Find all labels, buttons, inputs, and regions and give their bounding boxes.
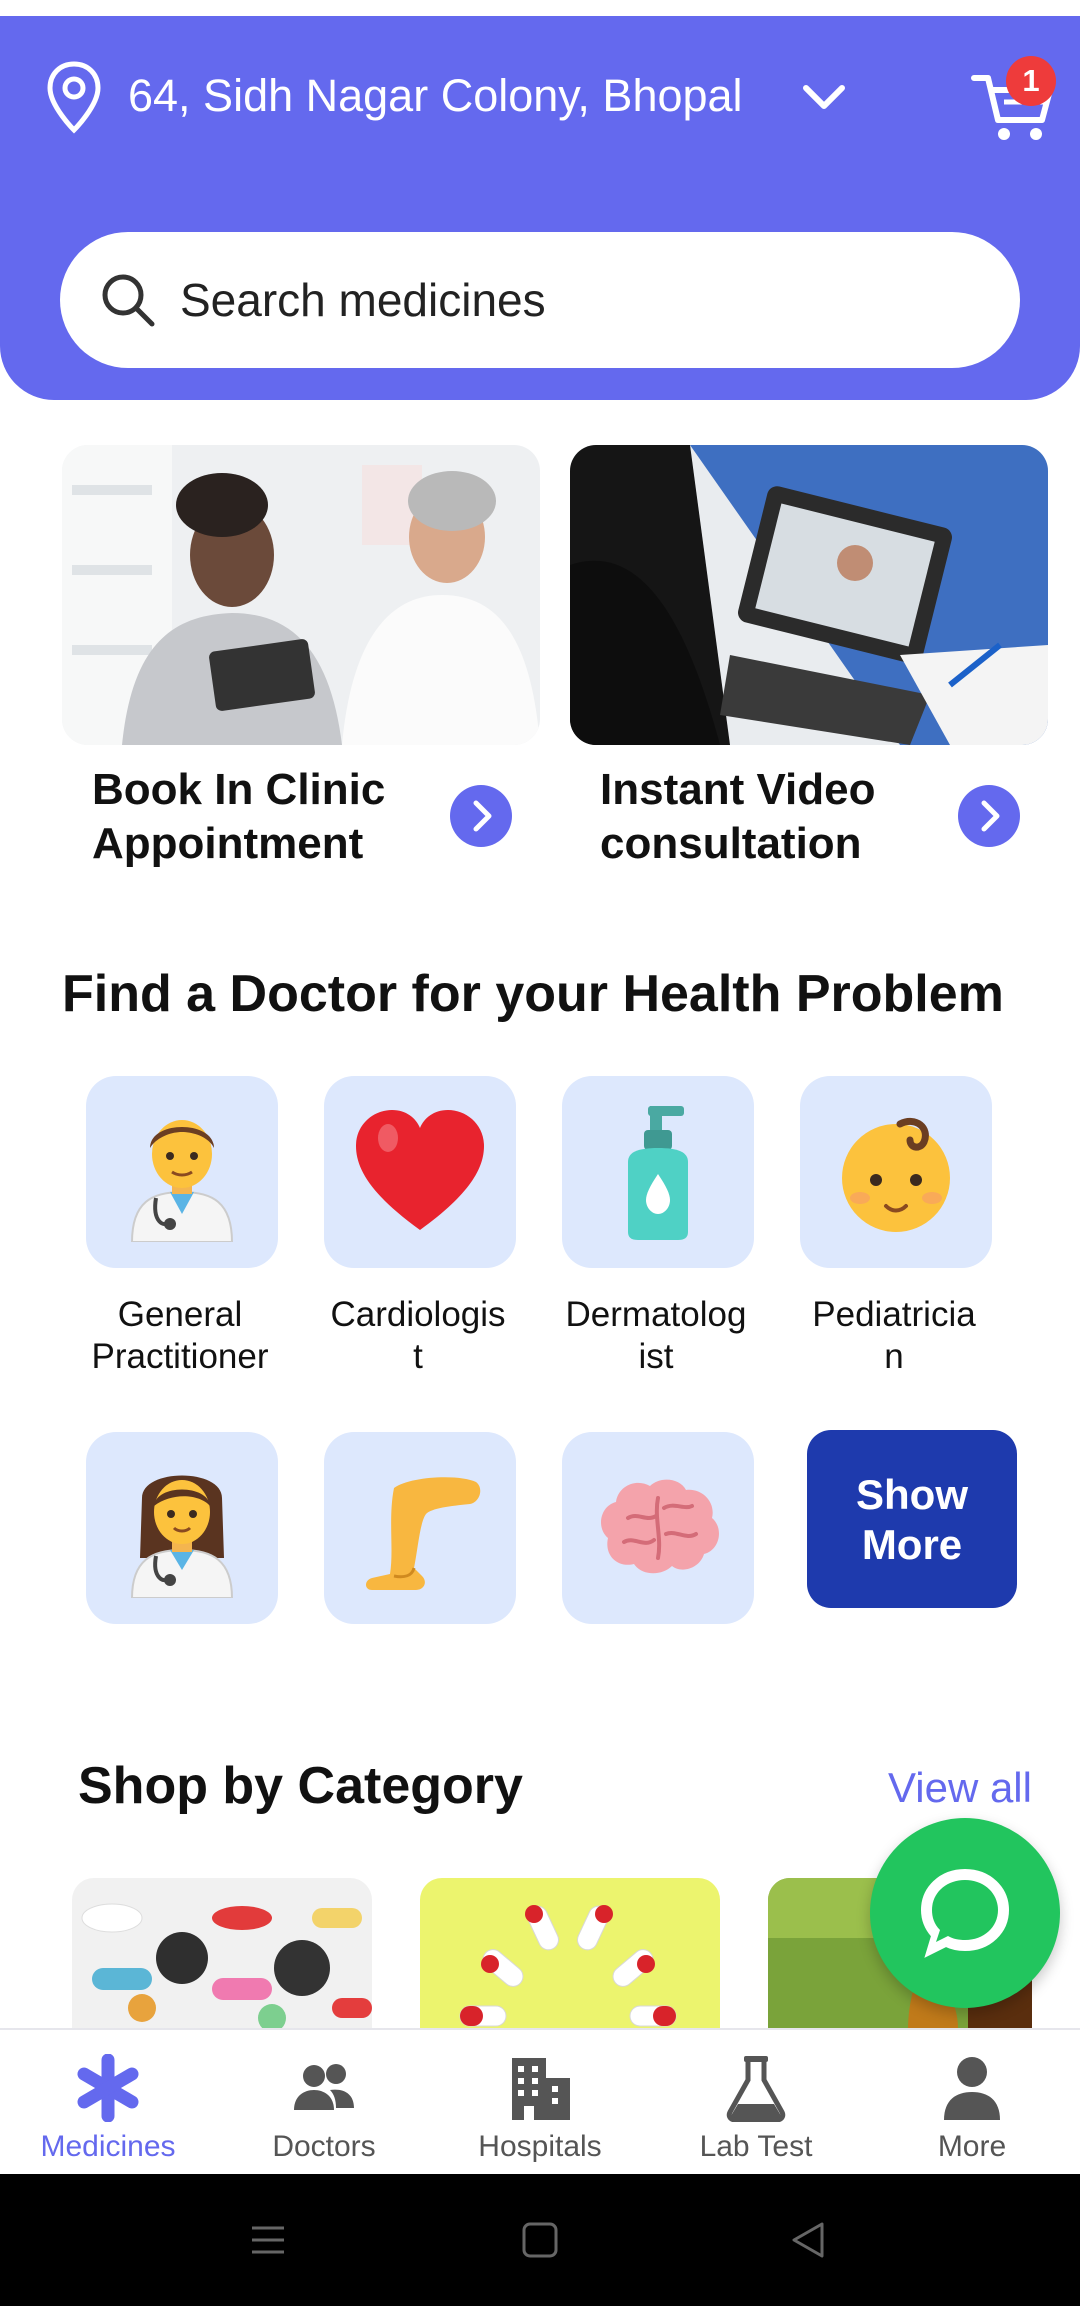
woman-doctor-icon	[130, 1475, 234, 1598]
nav-doctors[interactable]: Doctors	[216, 2030, 432, 2176]
flask-icon	[726, 2056, 786, 2122]
search-input[interactable]	[180, 266, 960, 334]
location-address[interactable]: 64, Sidh Nagar Colony, Bhopal	[128, 66, 798, 126]
video-consultation-image	[570, 445, 1048, 745]
chat-fab-button[interactable]	[870, 1818, 1060, 2008]
specialty-label: Dermatolog ist	[565, 1295, 747, 1376]
home-icon[interactable]	[514, 2214, 566, 2266]
nav-label: Hospitals	[478, 2130, 602, 2163]
nav-label: Medicines	[40, 2130, 176, 2163]
cart-count-badge: 1	[1006, 56, 1056, 106]
nav-medicines[interactable]: Medicines	[0, 2030, 216, 2176]
nav-label: More	[937, 2130, 1007, 2163]
man-doctor-icon	[130, 1120, 234, 1242]
category-card-pills[interactable]	[72, 1878, 372, 2028]
people-icon	[294, 2064, 354, 2110]
menu-icon[interactable]	[242, 2214, 294, 2266]
chevron-right-icon[interactable]	[450, 785, 512, 847]
baby-icon	[842, 1117, 950, 1232]
view-all-link[interactable]: View all	[888, 1764, 1032, 1812]
specialty-label: General Practitioner	[91, 1295, 269, 1376]
app-header: 64, Sidh Nagar Colony, Bhopal 1	[0, 16, 1080, 400]
asterisk-icon	[77, 2054, 139, 2122]
location-pin-icon[interactable]	[44, 60, 104, 136]
show-more-label: Show More	[856, 1471, 968, 1568]
clinic-consultation-image	[62, 445, 540, 745]
heart-icon	[356, 1110, 484, 1230]
chevron-right-icon[interactable]	[958, 785, 1020, 847]
shop-category-heading: Shop by Category	[78, 1757, 523, 1815]
chevron-down-icon[interactable]	[800, 80, 848, 116]
book-clinic-card[interactable]: Book In Clinic Appointment	[62, 445, 540, 875]
specialty-label: Cardiologis t	[330, 1295, 506, 1376]
leg-icon	[366, 1477, 481, 1590]
nav-more[interactable]: More	[864, 2030, 1080, 2176]
person-icon	[944, 2057, 1000, 2120]
bottom-navigation: Medicines Doctors Hospitals Lab Test Mor…	[0, 2028, 1080, 2174]
building-icon	[512, 2058, 570, 2120]
system-navigation-bar	[0, 2174, 1080, 2306]
book-clinic-title: Book In Clinic Appointment	[92, 765, 386, 868]
nav-lab-test[interactable]: Lab Test	[648, 2030, 864, 2176]
back-icon[interactable]	[782, 2214, 834, 2266]
chat-bubble-icon	[920, 1868, 1010, 1958]
brain-icon	[601, 1479, 719, 1574]
search-bar[interactable]	[60, 232, 1020, 368]
nav-hospitals[interactable]: Hospitals	[432, 2030, 648, 2176]
find-doctor-heading: Find a Doctor for your Health Problem	[62, 965, 1004, 1023]
specialty-label: Pediatricia n	[812, 1295, 976, 1376]
category-card-capsules[interactable]	[420, 1878, 720, 2028]
video-consultation-card[interactable]: Instant Video consultation	[570, 445, 1048, 875]
nav-label: Lab Test	[699, 2130, 813, 2163]
search-icon	[102, 274, 155, 327]
lotion-bottle-icon	[628, 1106, 688, 1240]
status-strip	[0, 0, 1080, 16]
video-consultation-title: Instant Video consultation	[600, 765, 876, 868]
nav-label: Doctors	[272, 2130, 376, 2163]
show-more-button[interactable]: Show More	[807, 1430, 1017, 1608]
